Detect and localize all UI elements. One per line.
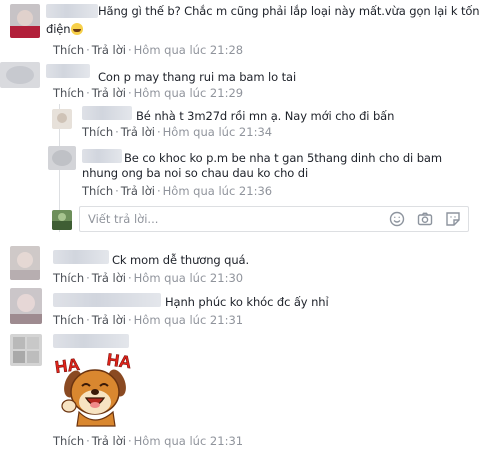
timestamp[interactable]: Hôm qua lúc 21:36 — [163, 184, 272, 198]
haha-dog-sticker[interactable]: HA HA — [53, 350, 139, 428]
avatar[interactable] — [10, 288, 42, 324]
separator: · — [127, 434, 132, 448]
comment-actions: Thích · Trả lời · Hôm qua lúc 21:31 — [53, 313, 243, 327]
reply-text: Bé nhà t 3m27d rồi mn ạ. Nay mới cho đi … — [136, 109, 395, 123]
separator: · — [115, 184, 119, 198]
reply-placeholder: Viết trả lời... — [88, 212, 159, 226]
like-link[interactable]: Thích — [53, 86, 84, 100]
avatar[interactable] — [10, 4, 40, 38]
comment-text: Ck mom dễ thương quá. — [112, 253, 250, 267]
timestamp[interactable]: Hôm qua lúc 21:31 — [134, 434, 243, 448]
commenter-name[interactable] — [53, 250, 109, 264]
commenter-name[interactable] — [46, 64, 90, 78]
avatar[interactable] — [10, 334, 42, 366]
reply-link[interactable]: Trả lời — [92, 313, 126, 327]
sticker-text-right: HA — [106, 350, 133, 372]
reply-input[interactable]: Viết trả lời... — [79, 206, 469, 232]
reply-text-continued: nhung ong ba noi so chau dau ko cho di — [82, 166, 309, 180]
comment-actions: Thích · Trả lời · Hôm qua lúc 21:30 — [53, 271, 243, 285]
avatar[interactable] — [0, 62, 40, 88]
reply-link[interactable]: Trả lời — [92, 434, 126, 448]
sticker-icon[interactable] — [445, 211, 461, 227]
commenter-name[interactable] — [82, 106, 132, 120]
commenter-name[interactable] — [46, 4, 98, 18]
timestamp[interactable]: Hôm qua lúc 21:31 — [134, 313, 243, 327]
comment-text-line2: điện — [46, 22, 71, 36]
timestamp[interactable]: Hôm qua lúc 21:29 — [134, 86, 243, 100]
like-link[interactable]: Thích — [82, 184, 113, 198]
comment-actions: Thích · Trả lời · Hôm qua lúc 21:31 — [53, 434, 243, 448]
separator: · — [127, 43, 132, 57]
separator: · — [115, 125, 119, 139]
comment-text-continued: điện — [46, 22, 84, 36]
like-link[interactable]: Thích — [53, 271, 84, 285]
timestamp[interactable]: Hôm qua lúc 21:28 — [134, 43, 243, 57]
separator: · — [127, 271, 132, 285]
separator: · — [86, 86, 90, 100]
commenter-name[interactable] — [82, 149, 122, 163]
like-link[interactable]: Thích — [53, 313, 84, 327]
separator: · — [86, 271, 90, 285]
comment-actions: Thích · Trả lời · Hôm qua lúc 21:29 — [53, 86, 243, 100]
like-link[interactable]: Thích — [53, 43, 84, 57]
comment-text: Hạnh phúc ko khóc đc ấy nhỉ — [165, 295, 329, 309]
avatar[interactable] — [52, 109, 72, 129]
timestamp[interactable]: Hôm qua lúc 21:30 — [134, 271, 243, 285]
reply-link[interactable]: Trả lời — [92, 43, 126, 57]
reply-link[interactable]: Trả lời — [121, 125, 155, 139]
comment-text: Con p may thang rui ma bam lo tai — [98, 70, 297, 84]
separator: · — [156, 125, 161, 139]
like-link[interactable]: Thích — [82, 125, 113, 139]
separator: · — [127, 313, 132, 327]
reply-link[interactable]: Trả lời — [92, 86, 126, 100]
separator: · — [86, 43, 90, 57]
reply-actions: Thích · Trả lời · Hôm qua lúc 21:34 — [82, 125, 272, 139]
separator: · — [156, 184, 161, 198]
reply-text: Be co khoc ko p.m be nha t gan 5thang di… — [124, 151, 442, 165]
comment-actions: Thích · Trả lời · Hôm qua lúc 21:28 — [53, 43, 243, 57]
commenter-name[interactable] — [53, 293, 161, 307]
like-link[interactable]: Thích — [53, 434, 84, 448]
avatar[interactable] — [10, 246, 40, 280]
commenter-name[interactable] — [53, 334, 129, 348]
camera-icon[interactable] — [417, 211, 433, 227]
reply-link[interactable]: Trả lời — [92, 271, 126, 285]
timestamp[interactable]: Hôm qua lúc 21:34 — [163, 125, 272, 139]
laughing-emoji-icon — [71, 23, 84, 35]
emoji-icon[interactable] — [389, 211, 405, 227]
reply-link[interactable]: Trả lời — [121, 184, 155, 198]
avatar[interactable] — [48, 146, 76, 170]
separator: · — [86, 313, 90, 327]
separator: · — [86, 434, 90, 448]
separator: · — [127, 86, 132, 100]
current-user-avatar — [52, 210, 72, 230]
reply-actions: Thích · Trả lời · Hôm qua lúc 21:36 — [82, 184, 272, 198]
comment-text: Hãng gì thế b? Chắc m cũng phải lắp loại… — [98, 4, 480, 18]
